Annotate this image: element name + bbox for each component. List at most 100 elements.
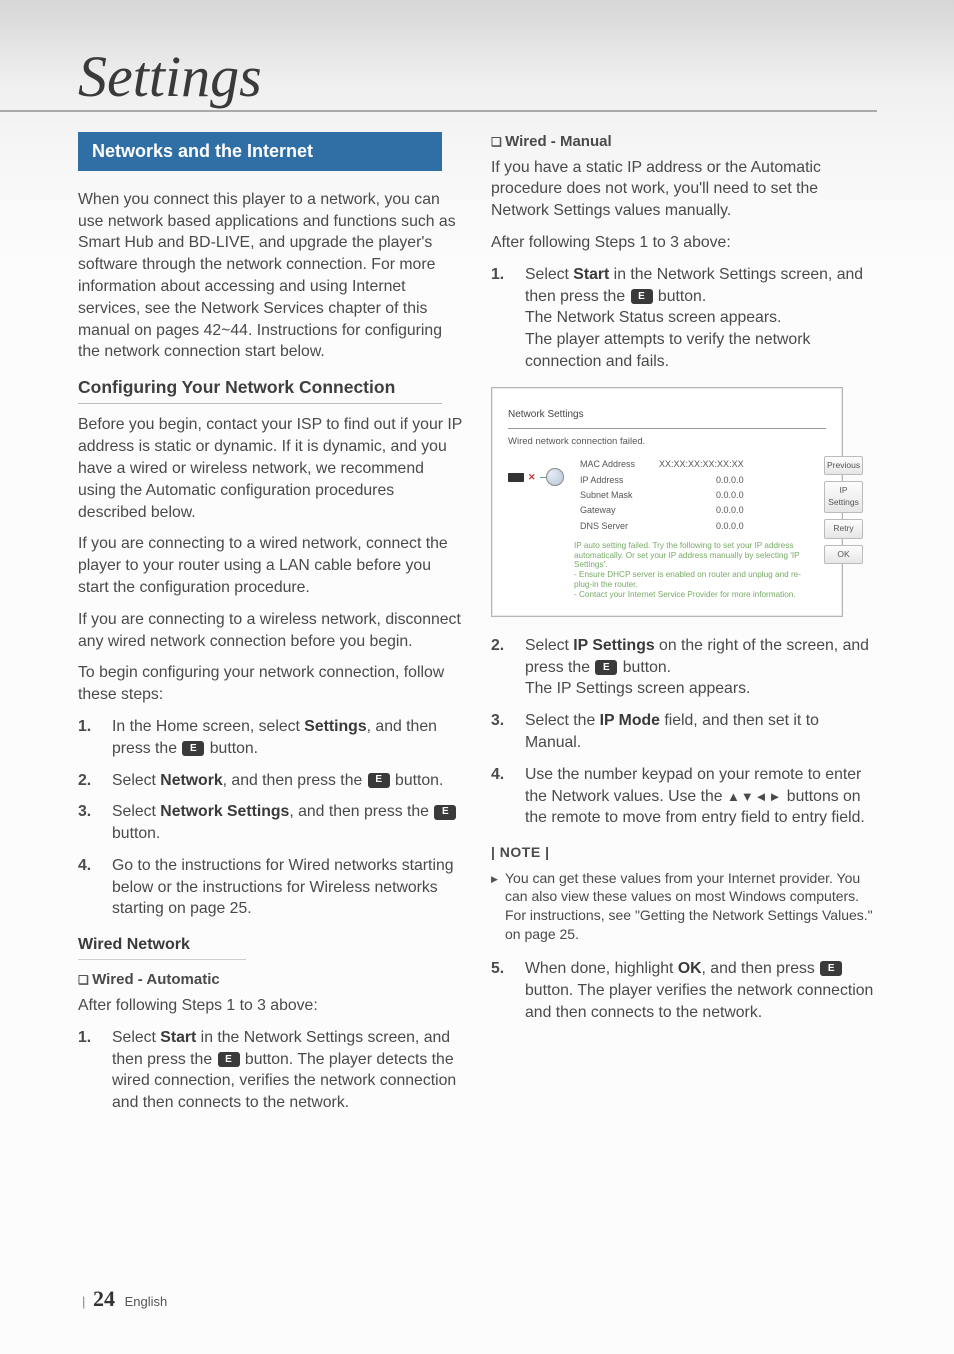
step-text: The IP Settings screen appears. <box>525 680 750 697</box>
footer-separator: | <box>82 1294 85 1309</box>
step-item: Select IP Settings on the right of the s… <box>491 635 876 700</box>
step-text: button. <box>618 659 671 676</box>
divider <box>508 428 826 429</box>
screenshot-diagram: ✕ — <box>508 456 564 600</box>
config-steps-list: In the Home screen, select Settings , and… <box>78 716 463 920</box>
step-text: Select <box>112 1029 160 1046</box>
cell-key: Gateway <box>576 504 639 517</box>
table-row: DNS Server0.0.0.0 <box>576 519 748 532</box>
cell-key: IP Address <box>576 473 639 486</box>
screenshot-status: Wired network connection failed. <box>508 435 826 448</box>
paragraph: After following Steps 1 to 3 above: <box>491 232 876 254</box>
intro-paragraph: When you connect this player to a networ… <box>78 189 463 363</box>
step-bold: Start <box>160 1029 196 1046</box>
wired-manual-steps-c: When done, highlight OK, and then press … <box>491 958 876 1023</box>
x-icon: ✕ <box>528 471 536 483</box>
paragraph: If you are connecting to a wireless netw… <box>78 609 463 653</box>
screenshot-values: MAC AddressXX:XX:XX:XX:XX:XX IP Address0… <box>574 456 814 600</box>
cell-val: 0.0.0.0 <box>641 519 748 532</box>
left-column: Networks and the Internet When you conne… <box>78 132 463 1128</box>
step-text: In the Home screen, select <box>112 718 304 735</box>
enter-icon: E <box>595 660 617 675</box>
step-bold: Settings <box>304 718 366 735</box>
step-item: When done, highlight OK, and then press … <box>491 958 876 1023</box>
cell-val: 0.0.0.0 <box>641 489 748 502</box>
wired-auto-steps: Select Start in the Network Settings scr… <box>78 1027 463 1114</box>
step-text: When done, highlight <box>525 960 678 977</box>
table-row: Subnet Mask0.0.0.0 <box>576 489 748 502</box>
wired-manual-steps-b: Select IP Settings on the right of the s… <box>491 635 876 829</box>
ip-settings-button[interactable]: IP Settings <box>824 481 863 512</box>
enter-icon: E <box>631 289 653 304</box>
step-text: Select <box>112 803 160 820</box>
section-heading: Networks and the Internet <box>78 132 442 171</box>
step-text: Select the <box>525 712 600 729</box>
network-settings-screenshot: Network Settings Wired network connectio… <box>491 387 843 617</box>
content-columns: Networks and the Internet When you conne… <box>0 132 954 1128</box>
screenshot-buttons: Previous IP Settings Retry OK <box>824 456 863 600</box>
step-bold: Network <box>160 772 222 789</box>
ok-button[interactable]: OK <box>824 545 863 565</box>
step-text: Select <box>525 266 573 283</box>
manual-page: Settings Networks and the Internet When … <box>0 0 954 1354</box>
page-footer: | 24 English <box>78 1286 167 1312</box>
step-item: Go to the instructions for Wired network… <box>78 855 463 920</box>
step-text: , and then press the <box>223 772 367 789</box>
cell-key: Subnet Mask <box>576 489 639 502</box>
page-number: 24 <box>93 1286 115 1311</box>
screenshot-detail: IP auto setting failed. Try the followin… <box>574 541 814 600</box>
paragraph: To begin configuring your network connec… <box>78 662 463 706</box>
note-label: | NOTE | <box>491 843 876 862</box>
cell-key: MAC Address <box>576 458 639 471</box>
cell-val: 0.0.0.0 <box>641 504 748 517</box>
globe-icon <box>546 468 564 486</box>
step-text: , and then press the <box>289 803 433 820</box>
arrow-icons: ▲▼◄► <box>727 789 782 804</box>
step-text: , and then press <box>702 960 820 977</box>
step-text: button. <box>112 825 160 842</box>
paragraph: If you are connecting to a wired network… <box>78 533 463 598</box>
step-text: The Network Status screen appears. <box>525 309 781 326</box>
table-row: Gateway0.0.0.0 <box>576 504 748 517</box>
step-bold: Start <box>573 266 609 283</box>
paragraph: If you have a static IP address or the A… <box>491 157 876 222</box>
config-heading: Configuring Your Network Connection <box>78 375 442 404</box>
step-text: The player attempts to verify the networ… <box>525 331 810 370</box>
enter-icon: E <box>218 1052 240 1067</box>
step-text: Select <box>112 772 160 789</box>
step-text: Go to the instructions for Wired network… <box>112 855 463 920</box>
wired-automatic-heading: Wired - Automatic <box>78 970 463 991</box>
step-text: Select <box>525 637 573 654</box>
enter-icon: E <box>182 741 204 756</box>
step-text: button. <box>654 288 707 305</box>
enter-icon: E <box>820 961 842 976</box>
paragraph: After following Steps 1 to 3 above: <box>78 995 463 1017</box>
table-row: MAC AddressXX:XX:XX:XX:XX:XX <box>576 458 748 471</box>
step-item: In the Home screen, select Settings, and… <box>78 716 463 760</box>
step-item: Use the number keypad on your remote to … <box>491 764 876 829</box>
footer-language: English <box>125 1294 168 1309</box>
step-bold: IP Mode <box>600 712 660 729</box>
cell-val: XX:XX:XX:XX:XX:XX <box>641 458 748 471</box>
note-body: You can get these values from your Inter… <box>491 869 876 945</box>
screenshot-title: Network Settings <box>508 408 826 422</box>
enter-icon: E <box>434 805 456 820</box>
step-bold: Network Settings <box>160 803 289 820</box>
paragraph: Before you begin, contact your ISP to fi… <box>78 414 463 523</box>
step-item: Select the IP Mode field, and then set i… <box>491 710 876 754</box>
cell-val: 0.0.0.0 <box>641 473 748 486</box>
router-icon <box>508 473 524 482</box>
step-item: Select Start in the Network Settings scr… <box>491 264 876 373</box>
step-text: button. The player verifies the network … <box>525 982 873 1021</box>
enter-icon: E <box>368 773 390 788</box>
network-values-table: MAC AddressXX:XX:XX:XX:XX:XX IP Address0… <box>574 456 750 535</box>
wired-network-heading: Wired Network <box>78 934 246 960</box>
step-text: button. <box>205 740 258 757</box>
step-bold: OK <box>678 960 702 977</box>
wired-manual-heading: Wired - Manual <box>491 132 876 153</box>
page-title: Settings <box>0 0 877 112</box>
step-item: Select Network Settings, and then press … <box>78 801 463 845</box>
cell-key: DNS Server <box>576 519 639 532</box>
previous-button[interactable]: Previous <box>824 456 863 476</box>
retry-button[interactable]: Retry <box>824 519 863 539</box>
